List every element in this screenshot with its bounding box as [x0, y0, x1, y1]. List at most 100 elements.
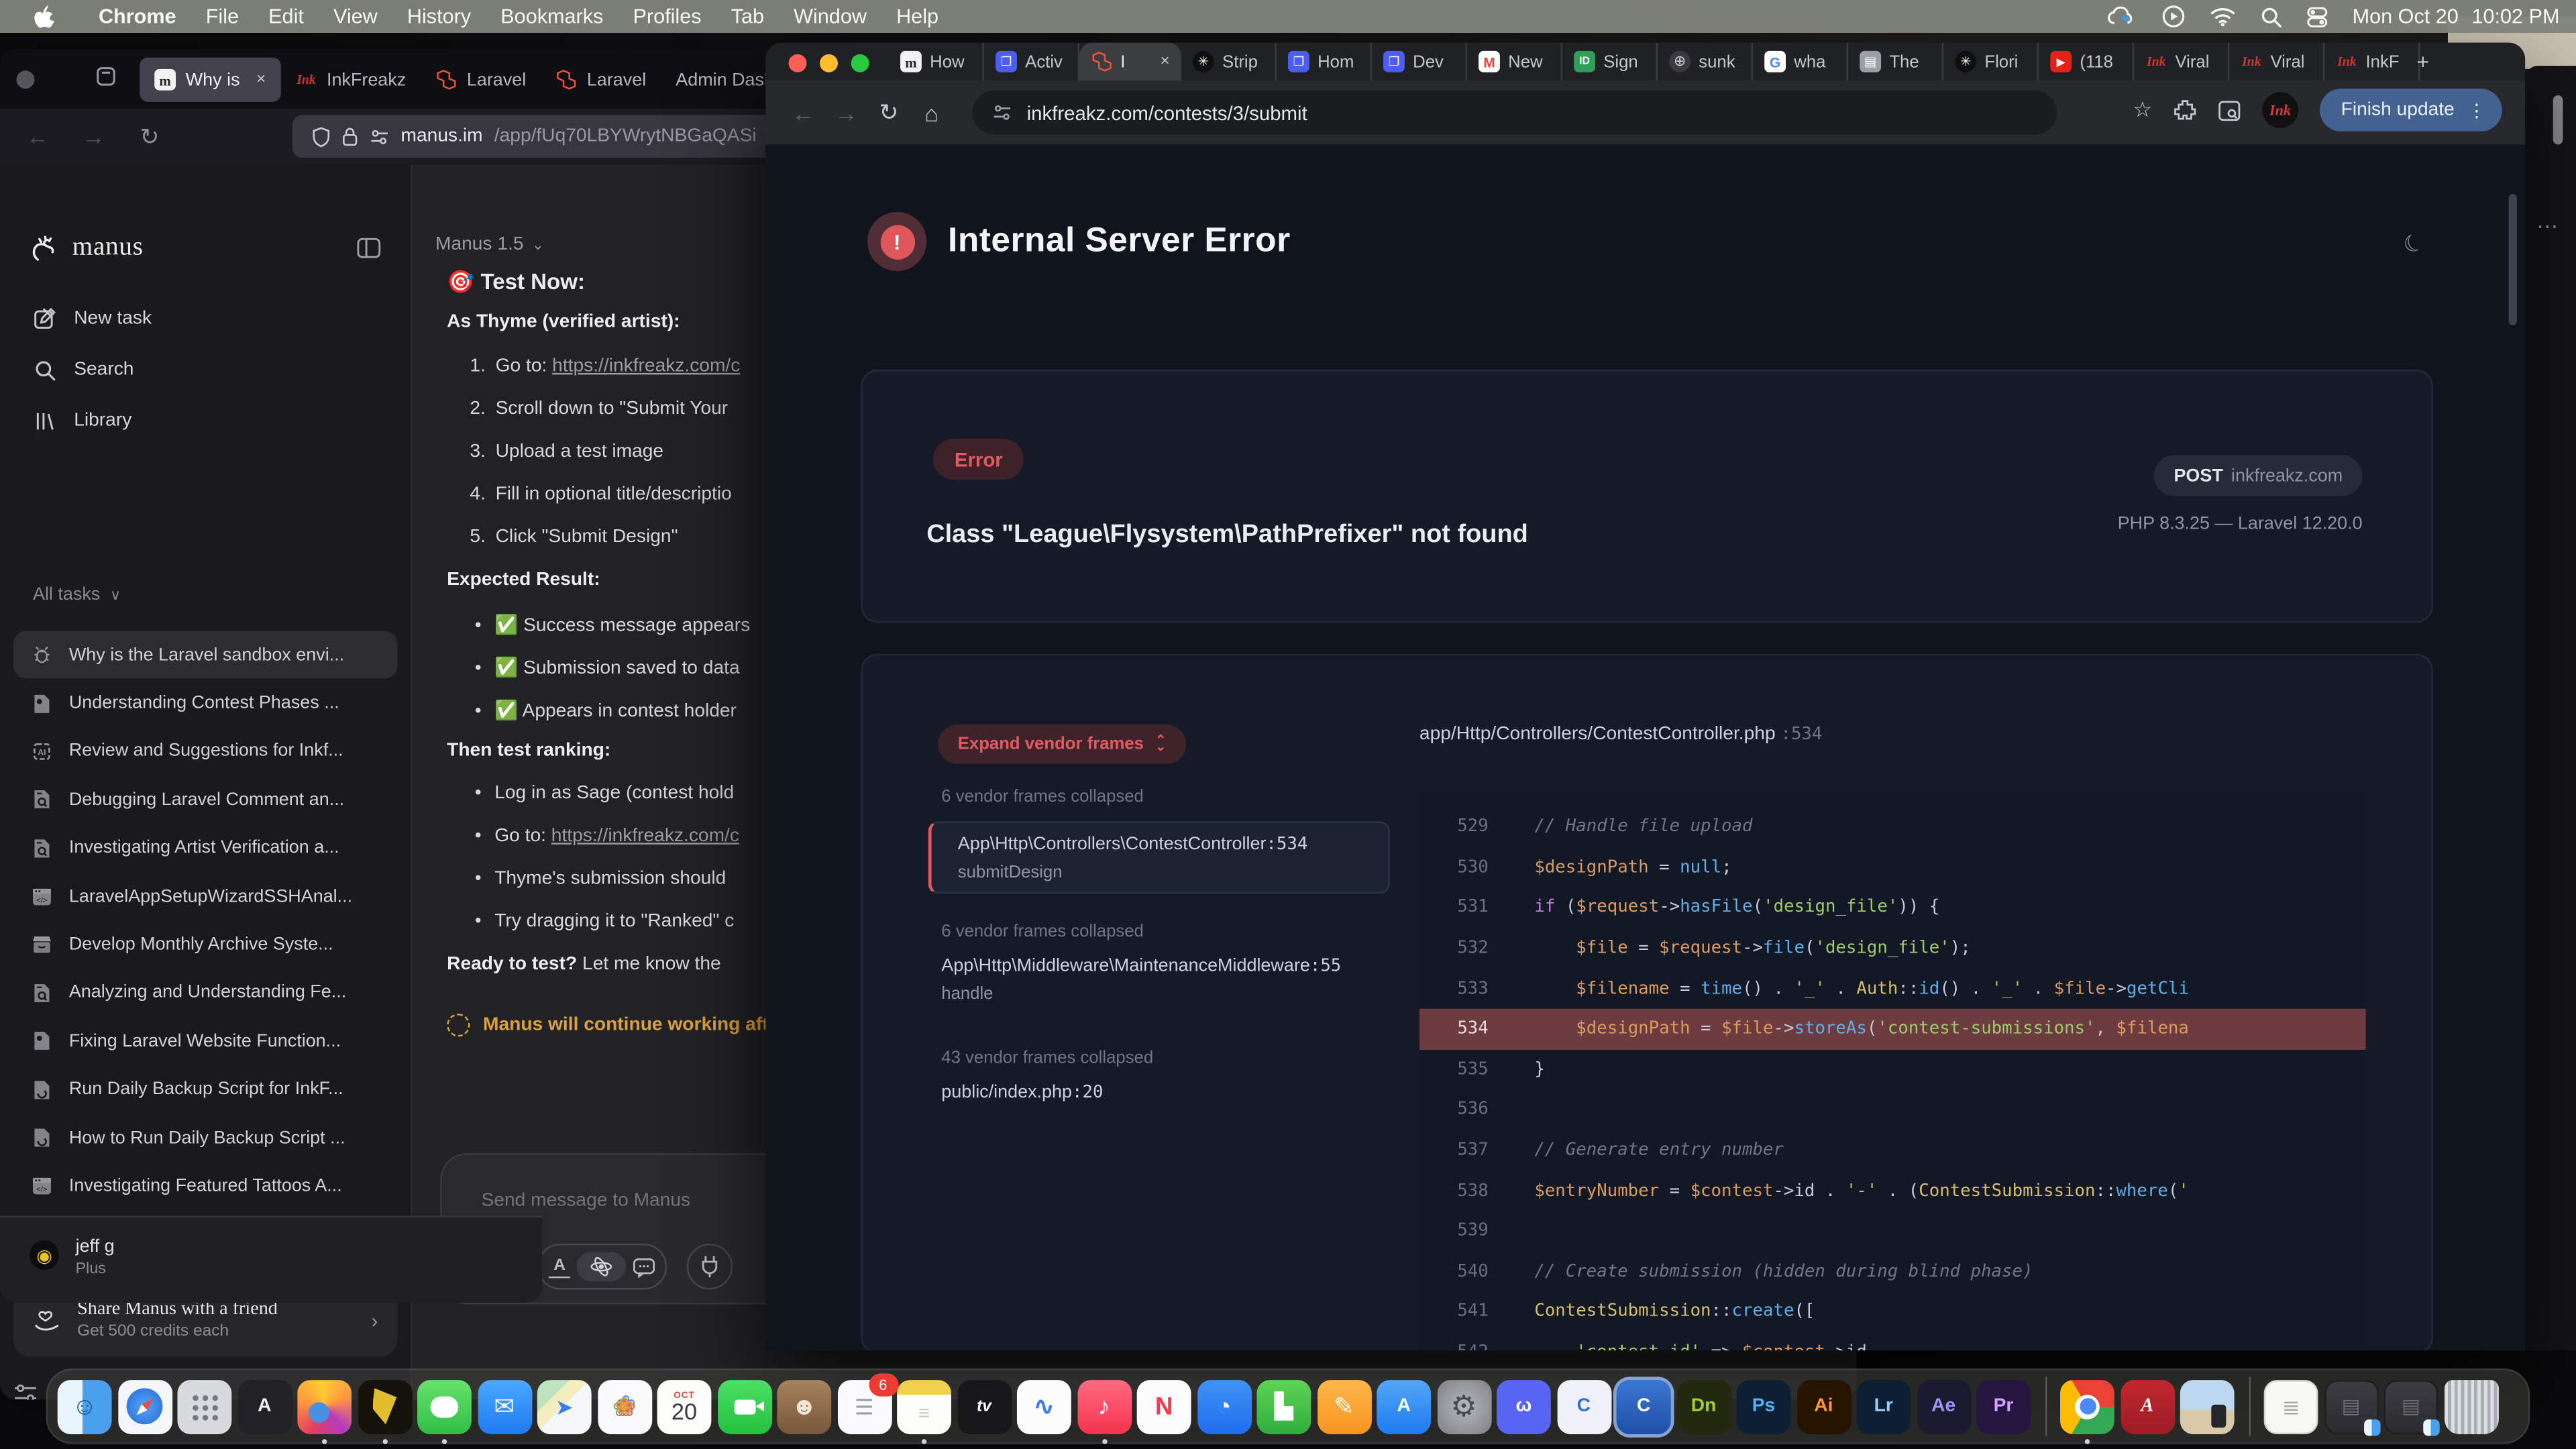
dock-item-window-thumb-1[interactable]: ▤	[2324, 1379, 2378, 1434]
reading-mode-icon[interactable]	[2218, 99, 2241, 121]
dock-item-mail[interactable]: ✉	[477, 1379, 531, 1434]
menu-item-view[interactable]: View	[319, 5, 392, 28]
dock-item-calendar[interactable]: OCT20	[657, 1379, 712, 1434]
chrome-tab-4[interactable]: ✳Strip	[1181, 43, 1277, 80]
chrome-tab-10[interactable]: Gwha	[1753, 43, 1848, 80]
chrome-tab-12[interactable]: ✳Flori	[1943, 43, 2039, 80]
ff-reload-icon[interactable]: ↻	[131, 122, 168, 150]
task-item[interactable]: How to Run Daily Backup Script ...	[13, 1114, 398, 1162]
finish-update-button[interactable]: Finish update ⋮	[2320, 89, 2502, 131]
page-scrollbar-thumb[interactable]	[2509, 194, 2517, 325]
dock-item-trash[interactable]	[2444, 1379, 2498, 1434]
chrome-tab-13[interactable]: ▶(118	[2039, 43, 2134, 80]
stack-frame[interactable]: App\Http\Middleware\MaintenanceMiddlewar…	[941, 956, 1341, 1004]
sidebar-item-new-task[interactable]: New task	[16, 296, 394, 342]
dock-item-tv[interactable]: tv	[957, 1379, 1012, 1434]
profile-avatar[interactable]: Ink	[2262, 92, 2298, 128]
chrome-tab-16[interactable]: InkInkF	[2324, 43, 2420, 80]
chrome-tab-14[interactable]: InkViral	[2134, 43, 2229, 80]
dock-item-reminders[interactable]: ☰6	[837, 1379, 892, 1434]
account-panel[interactable]: ◉ jeff g Plus	[0, 1216, 542, 1303]
task-item[interactable]: Run Daily Backup Script for InkF...	[13, 1065, 398, 1114]
stack-frame-selected[interactable]: App\Http\Controllers\ContestController:5…	[928, 821, 1390, 894]
reload-icon[interactable]: ↻	[867, 99, 910, 127]
menu-item-tab[interactable]: Tab	[716, 5, 779, 28]
task-item[interactable]: </>LaravelAppSetupWizardSSHAnal...	[13, 872, 398, 920]
zoom-window-icon[interactable]	[851, 54, 869, 72]
dock-item-window-thumb-2[interactable]: ▤	[2383, 1379, 2438, 1434]
firefox-tab-1[interactable]: mWhy is×	[140, 58, 280, 102]
new-tab-button[interactable]: +	[2416, 49, 2429, 74]
forward-icon[interactable]: →	[824, 99, 867, 125]
close-tab-icon[interactable]: ×	[1160, 52, 1169, 70]
dock-item-app-a[interactable]: A	[237, 1379, 292, 1434]
bookmark-star-icon[interactable]: ☆	[2133, 97, 2153, 123]
dock-item-safari[interactable]	[117, 1379, 172, 1434]
chrome-tab-7[interactable]: MNew	[1467, 43, 1562, 80]
collapsed-frames-toggle[interactable]: 6 vendor frames collapsed	[941, 922, 1144, 941]
expand-vendor-frames-button[interactable]: Expand vendor frames ⌃⌄	[938, 724, 1186, 764]
chrome-tab-15[interactable]: InkViral	[2229, 43, 2324, 80]
creative-cloud-sync-icon[interactable]	[2108, 6, 2137, 28]
lock-icon[interactable]	[341, 125, 358, 147]
chrome-tab-11[interactable]: ▤The	[1848, 43, 1943, 80]
sidebar-collapse-icon[interactable]	[356, 237, 381, 260]
link[interactable]: https://inkfreakz.com/c	[552, 356, 740, 376]
control-center-icon[interactable]	[2306, 6, 2328, 28]
dock-item-launchpad[interactable]	[177, 1379, 231, 1434]
menu-item-bookmarks[interactable]: Bookmarks	[486, 5, 618, 28]
menu-item-help[interactable]: Help	[881, 5, 953, 28]
dock-item-photo-wing[interactable]	[358, 1379, 412, 1434]
apple-menu-icon[interactable]	[33, 4, 54, 29]
task-item[interactable]: Fixing Laravel Website Function...	[13, 1017, 398, 1065]
menu-item-edit[interactable]: Edit	[254, 5, 319, 28]
menu-item-window[interactable]: Window	[779, 5, 881, 28]
close-tab-icon[interactable]: ×	[256, 70, 266, 89]
dock-item-premiere[interactable]: Pr	[1976, 1379, 2031, 1434]
model-selector[interactable]: Manus 1.5 ⌄	[435, 235, 544, 254]
dock-item-maps[interactable]: ➤	[537, 1379, 592, 1434]
dock-item-notes[interactable]: ≡	[897, 1379, 951, 1434]
agent-a-mode-icon[interactable]: A	[549, 1255, 570, 1278]
dock-item-dimension[interactable]: Dn	[1676, 1379, 1731, 1434]
menu-item-app[interactable]: Chrome	[84, 5, 191, 28]
dock-item-app-store[interactable]: A	[1377, 1379, 1431, 1434]
task-item[interactable]: Develop Monthly Archive Syste...	[13, 920, 398, 969]
atom-mode-icon[interactable]	[577, 1252, 626, 1281]
dock-item-firefox[interactable]	[297, 1379, 352, 1434]
ff-back-icon[interactable]: ←	[19, 123, 56, 150]
task-item[interactable]: Investigating Artist Verification a...	[13, 824, 398, 872]
overflow-dots-icon[interactable]: ⋯	[2536, 213, 2559, 239]
window-control-inactive-icon[interactable]	[16, 70, 34, 89]
wifi-icon[interactable]	[2210, 7, 2236, 26]
dock-item-lightroom[interactable]: Lr	[1856, 1379, 1911, 1434]
dock-item-settings[interactable]: ⚙	[1437, 1379, 1491, 1434]
dock-item-app-c[interactable]: C	[1556, 1379, 1611, 1434]
task-item[interactable]: Debugging Laravel Comment an...	[13, 775, 398, 824]
back-icon[interactable]: ←	[782, 99, 825, 125]
dock-item-chrome[interactable]	[2060, 1379, 2114, 1434]
task-item[interactable]: Why is the Laravel sandbox envi...	[13, 631, 398, 679]
dock-item-news[interactable]: N	[1137, 1379, 1191, 1434]
dock-item-doc-stack[interactable]: ≣	[2264, 1379, 2318, 1434]
ff-forward-icon[interactable]: →	[76, 123, 112, 150]
extensions-puzzle-icon[interactable]	[2174, 99, 2196, 121]
screen-record-icon[interactable]	[2162, 5, 2185, 28]
menu-item-history[interactable]: History	[392, 5, 486, 28]
chrome-tab-8[interactable]: IDSign	[1562, 43, 1658, 80]
shield-icon[interactable]	[312, 125, 330, 147]
dark-mode-toggle-icon[interactable]: ☾	[2399, 227, 2429, 261]
permissions-icon[interactable]	[370, 127, 389, 146]
task-item[interactable]: AIReview and Suggestions for Inkf...	[13, 727, 398, 775]
chrome-tab-3[interactable]: I×	[1079, 43, 1181, 80]
dock-item-illustrator[interactable]: Ai	[1796, 1379, 1851, 1434]
dock-item-finder[interactable]: ☺	[58, 1379, 112, 1434]
menu-item-profiles[interactable]: Profiles	[618, 5, 716, 28]
chrome-tab-2[interactable]: ❐Activ	[984, 43, 1079, 80]
voice-plug-icon[interactable]	[687, 1244, 733, 1290]
dock-item-keynote[interactable]: ◔	[1197, 1379, 1251, 1434]
home-icon[interactable]: ⌂	[910, 99, 953, 125]
dock-item-photo-beach[interactable]	[2180, 1379, 2235, 1434]
menu-bar-clock[interactable]: Mon Oct 20 10:02 PM	[2353, 5, 2560, 28]
dock-item-facetime[interactable]	[717, 1379, 771, 1434]
